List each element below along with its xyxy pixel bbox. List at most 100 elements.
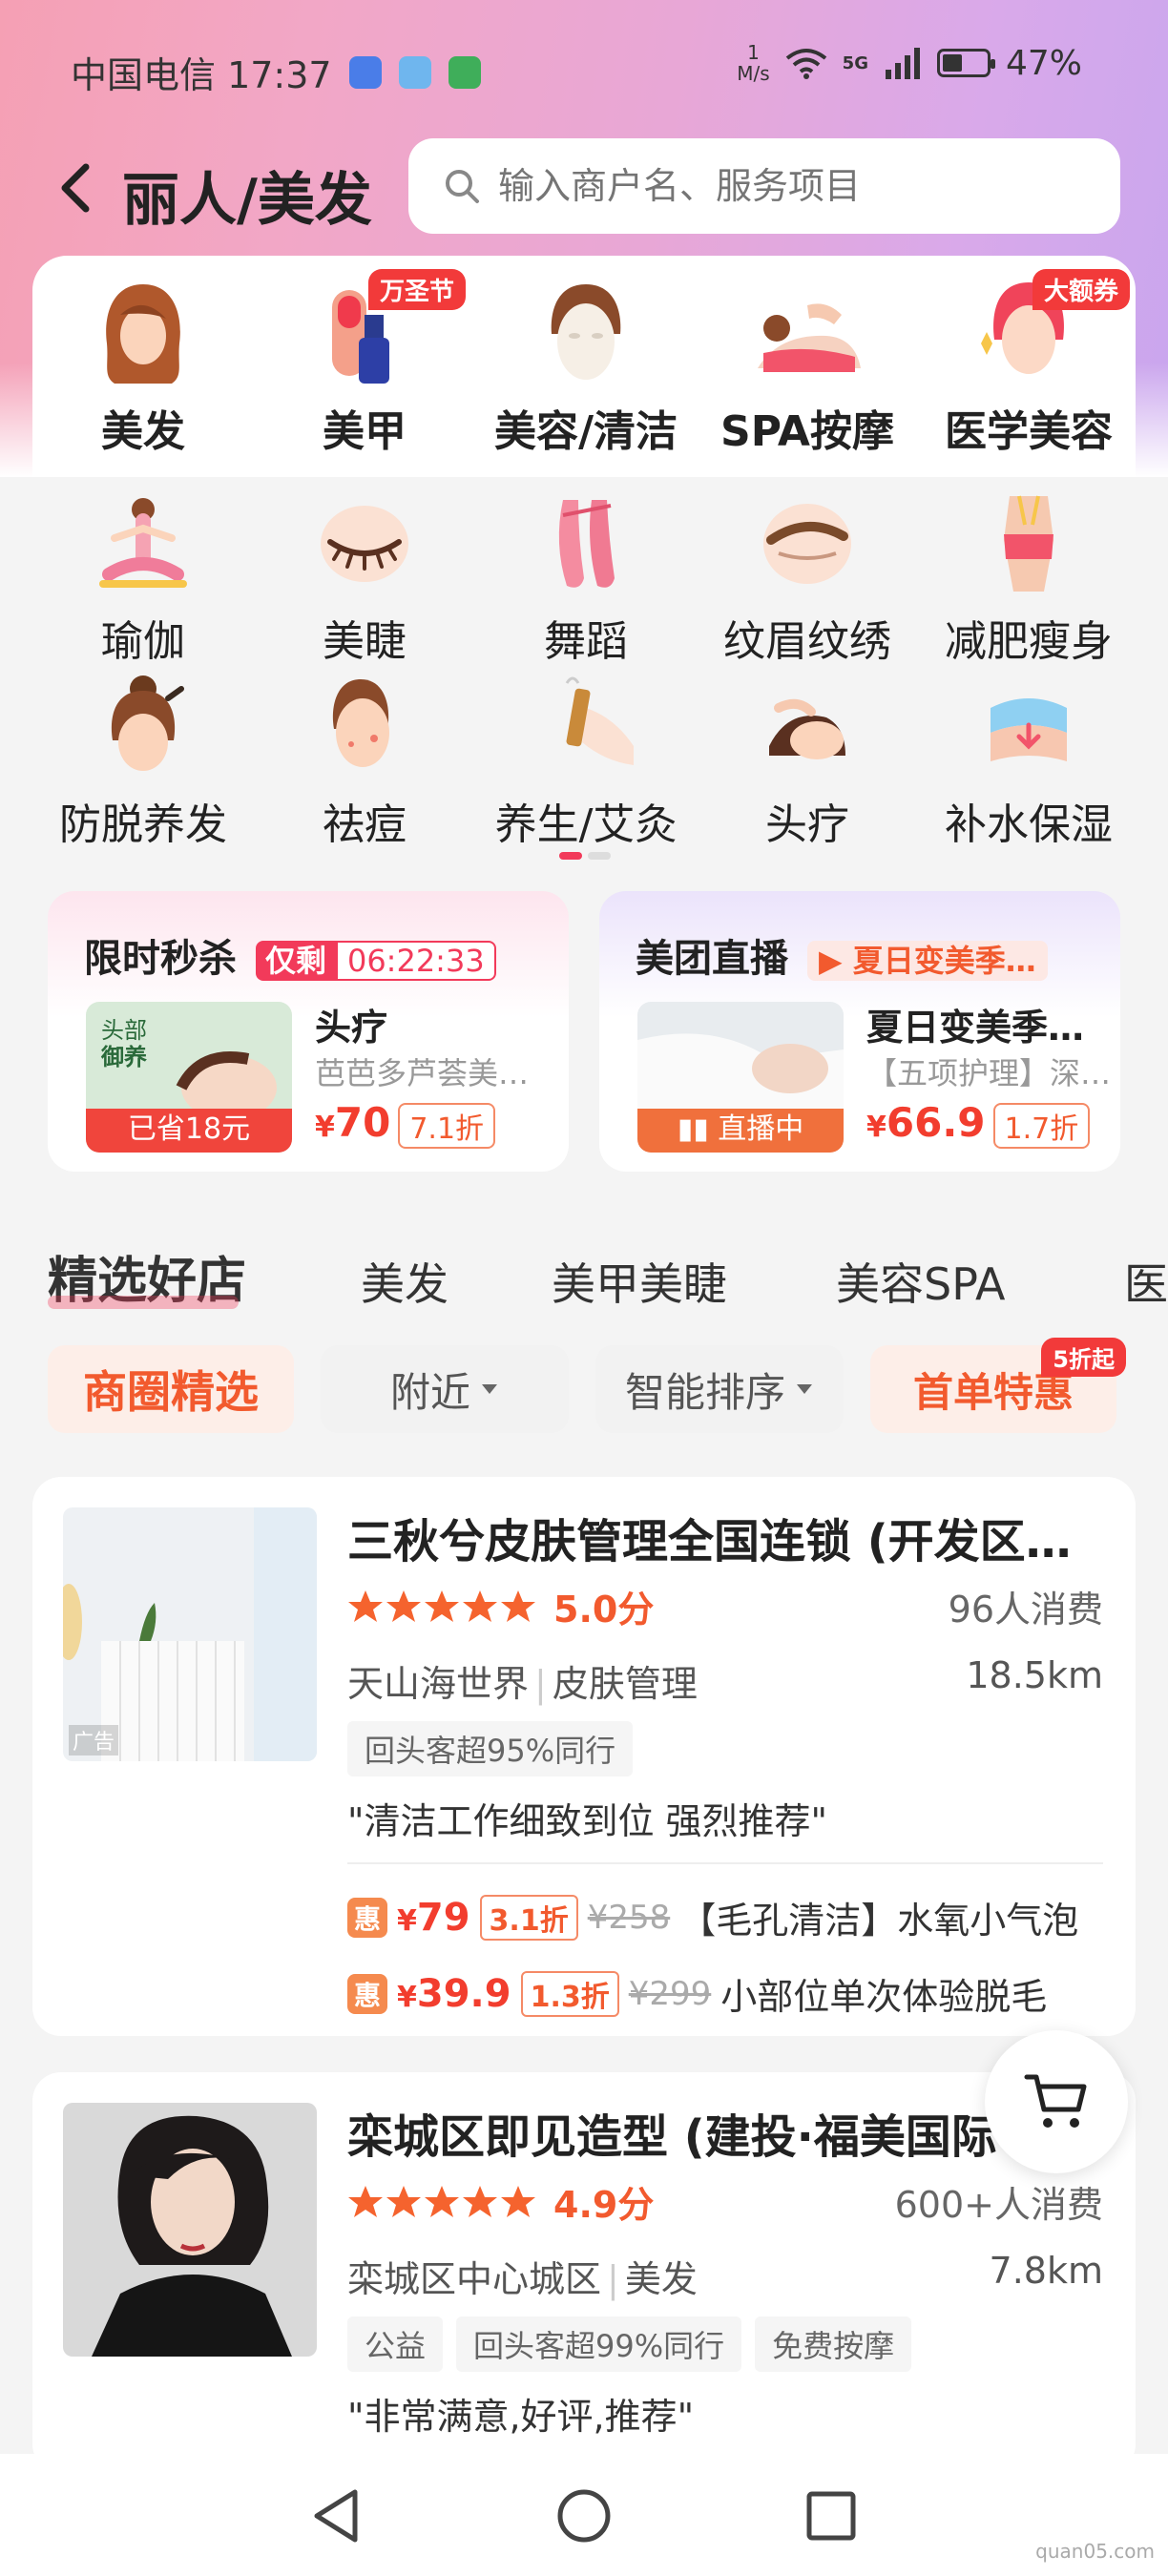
category-facial[interactable]: 美容/清洁 — [475, 277, 697, 458]
shop-tag: 免费按摩 — [755, 2316, 912, 2372]
live-card[interactable]: 美团直播 ▶ 夏日变美季… ▮▮ 直播中 夏日变美季… 【五项护理】深… ¥66… — [599, 891, 1120, 1172]
nav-back-icon[interactable] — [303, 2483, 370, 2549]
consumer-count: 96人消费 — [948, 1589, 1103, 1631]
halloween-badge: 万圣节 — [368, 269, 467, 310]
hair-icon — [106, 284, 180, 384]
rating-stars: 4.9分 — [347, 2175, 654, 2228]
deal-badge: 惠 — [347, 1897, 387, 1938]
shop-name: 三秋兮皮肤管理全国连锁 (开发区… — [347, 1515, 1072, 1568]
shop-photo — [63, 1507, 317, 1761]
category-label: 美发 — [101, 407, 185, 456]
nearby-filter[interactable]: 附近 — [321, 1345, 569, 1433]
shop-image — [63, 2103, 317, 2357]
shop-review-quote: "清洁工作细致到位 强烈推荐" — [347, 1800, 828, 1842]
first-order-filter[interactable]: 首单特惠 5折起 — [870, 1338, 1126, 1433]
deal-price: ¥39.9 — [397, 1971, 511, 2016]
consumer-count: 600+人消费 — [894, 2184, 1103, 2226]
ballet-shoes-icon — [558, 500, 615, 588]
category-eyelash[interactable]: 美睫 — [254, 487, 475, 668]
deal-item[interactable]: 惠 ¥79 3.1折 ¥258 【毛孔清洁】水氧小气泡 — [347, 1891, 1078, 1943]
category-eyebrow[interactable]: 纹眉纹绣 — [697, 487, 918, 668]
shop-card[interactable]: 广告 三秋兮皮肤管理全国连锁 (开发区… 5.0分 96人消费 天山海世界 | 皮肤… — [32, 1477, 1136, 2036]
hydration-icon — [991, 698, 1067, 761]
top-nav: 丽人/美发 — [0, 138, 1168, 243]
nav-recents-icon[interactable] — [798, 2483, 865, 2549]
category-hydration[interactable]: 补水保湿 — [918, 670, 1139, 851]
tab-medical[interactable]: 医 — [1124, 1250, 1168, 1313]
category-yoga[interactable]: 瑜伽 — [32, 487, 254, 668]
eyebrow-icon — [763, 504, 851, 584]
shop-image: 广告 — [63, 1507, 317, 1761]
shop-area: 天山海世界 | 皮肤管理 — [347, 1663, 698, 1705]
shop-tag: 公益 — [347, 2316, 444, 2372]
live-price: ¥66.9 1.7折 — [866, 1099, 1091, 1149]
category-label: 养生/艾灸 — [494, 800, 678, 849]
search-input[interactable] — [498, 165, 1071, 207]
category-slimming[interactable]: 减肥瘦身 — [918, 487, 1139, 668]
home-app-icon — [448, 55, 481, 89]
category-label: 祛痘 — [323, 800, 407, 849]
category-moxibustion[interactable]: 养生/艾灸 — [475, 670, 697, 851]
shop-review-quote: "非常满意,好评,推荐" — [347, 2396, 695, 2438]
category-label: 头疗 — [765, 800, 849, 849]
weather-app-icon — [348, 55, 382, 89]
business-area-filter[interactable]: 商圈精选 — [48, 1345, 294, 1433]
category-label: 减肥瘦身 — [945, 617, 1113, 666]
tab-hair[interactable]: 美发 — [361, 1250, 448, 1313]
flash-item-name: 头疗 — [315, 1007, 388, 1049]
category-medical-beauty[interactable]: 大额券 医学美容 — [918, 269, 1139, 458]
battery-percent: 47% — [1005, 43, 1082, 83]
page-indicator — [559, 852, 611, 860]
app-notification-icon — [398, 55, 431, 89]
category-acne[interactable]: 祛痘 — [254, 670, 475, 851]
rating-score: 4.9分 — [553, 2184, 655, 2226]
deal-name: 【毛孔清洁】水氧小气泡 — [679, 1900, 1079, 1942]
live-title: 美团直播 ▶ 夏日变美季… — [636, 927, 1048, 983]
indicator-active — [559, 852, 582, 860]
battery-icon — [936, 49, 995, 77]
live-status: ▮▮ 直播中 — [677, 1112, 804, 1146]
head-spa-icon — [769, 698, 845, 759]
back-arrow-icon[interactable] — [50, 159, 107, 217]
category-head-spa[interactable]: 头疗 — [697, 670, 918, 851]
tab-nail-lash[interactable]: 美甲美睫 — [552, 1250, 727, 1313]
category-nail[interactable]: 万圣节 美甲 — [254, 269, 475, 458]
saved-label: 已省18元 — [127, 1112, 251, 1146]
shop-distance: 7.8km — [989, 2250, 1103, 2292]
system-nav-bar — [0, 2454, 1168, 2576]
nav-home-icon[interactable] — [551, 2483, 617, 2549]
category-label: 医学美容 — [945, 407, 1113, 456]
status-left: 中国电信 17:37 — [71, 46, 481, 98]
watermark: quan05.com — [1035, 2540, 1155, 2563]
deal-original-price: ¥258 — [587, 1898, 671, 1937]
shop-card[interactable]: 栾城区即见造型 (建投·福美国际 4.9分 600+人消费 栾城区中心城区 | 美发… — [32, 2072, 1136, 2473]
deal-price: ¥79 — [397, 1895, 470, 1940]
shop-tag: 回头客超95%同行 — [347, 1721, 634, 1776]
tab-beauty-spa[interactable]: 美容SPA — [836, 1250, 1005, 1313]
moxibustion-icon — [565, 676, 634, 765]
big-coupon-badge: 大额券 — [1032, 269, 1131, 310]
category-label: SPA按摩 — [720, 407, 894, 456]
acne-icon — [332, 679, 389, 767]
five-stars-icon — [348, 2185, 535, 2217]
network-type: 5G — [842, 52, 868, 73]
search-bar[interactable] — [408, 138, 1120, 234]
status-bar: 中国电信 17:37 1 M/s 5G 47% — [0, 0, 1168, 134]
divider — [347, 1862, 1103, 1864]
tab-underline — [48, 1296, 239, 1309]
category-dance[interactable]: 舞蹈 — [475, 487, 697, 668]
sort-filter[interactable]: 智能排序 — [595, 1345, 844, 1433]
first-order-badge: 5折起 — [1041, 1338, 1126, 1377]
live-item-name: 夏日变美季… — [866, 1007, 1085, 1049]
massage-icon — [758, 303, 861, 372]
flash-sale-thumbnail: 头部 御养 已省18元 — [86, 1002, 292, 1153]
category-spa[interactable]: SPA按摩 — [697, 277, 918, 458]
category-label: 纹眉纹绣 — [723, 617, 891, 666]
category-hair[interactable]: 美发 — [32, 277, 254, 458]
flash-sale-card[interactable]: 限时秒杀 仅剩 06:22:33 头部 御养 已省18元 头疗 芭芭多芦荟美… ¥… — [48, 891, 569, 1172]
deal-item[interactable]: 惠 ¥39.9 1.3折 ¥299 小部位单次体验脱毛 — [347, 1967, 1047, 2020]
cart-button[interactable] — [985, 2030, 1128, 2173]
flash-discount: 7.1折 — [398, 1102, 496, 1149]
category-hair-care[interactable]: 防脱养发 — [32, 670, 254, 851]
slimming-icon — [1004, 495, 1053, 592]
